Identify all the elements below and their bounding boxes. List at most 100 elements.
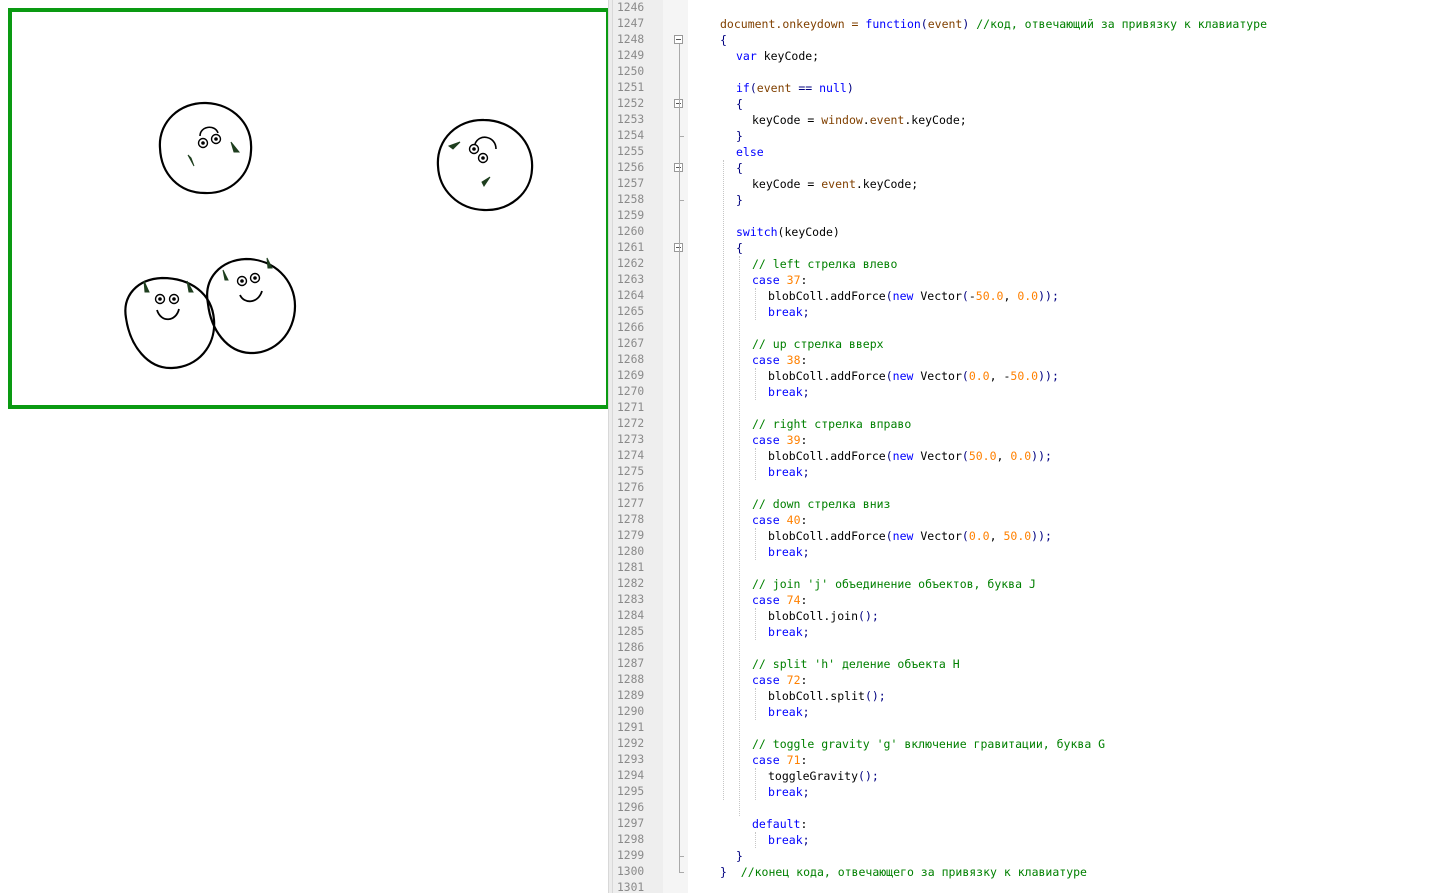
- code-token: ,: [1003, 289, 1018, 303]
- code-token: case: [752, 433, 780, 447]
- code-token: default: [752, 817, 801, 831]
- code-token: // split 'h' деление объекта H: [752, 657, 960, 671]
- code-line: case 40:: [752, 512, 807, 528]
- code-token: // toggle gravity 'g' включение гравитац…: [752, 737, 1106, 751]
- line-number: 1252: [617, 97, 645, 110]
- code-token: switch: [736, 225, 778, 239]
- indent-guide: [755, 768, 756, 800]
- line-number: 1296: [617, 801, 645, 814]
- code-token: ));: [1038, 289, 1059, 303]
- fold-end-tick: [679, 200, 684, 201]
- code-token: ;: [802, 545, 810, 559]
- indent-guide: [755, 448, 756, 480]
- code-token: event: [756, 81, 792, 95]
- line-number: 1281: [617, 561, 645, 574]
- line-number: 1292: [617, 737, 645, 750]
- line-number: 1255: [617, 145, 645, 158]
- code-token: ();: [858, 769, 879, 783]
- code-token: case: [752, 273, 780, 287]
- code-token: window: [821, 113, 863, 127]
- blob-1[interactable]: [158, 101, 253, 195]
- code-token: break: [768, 705, 803, 719]
- line-number: 1269: [617, 369, 645, 382]
- code-token: ));: [1031, 449, 1052, 463]
- code-line: }: [736, 128, 743, 144]
- code-line: default:: [752, 816, 807, 832]
- code-line: blobColl.addForce(new Vector(0.0, -50.0)…: [768, 368, 1059, 384]
- line-number: 1272: [617, 417, 645, 430]
- code-line: break;: [768, 624, 810, 640]
- code-token: ): [846, 81, 854, 95]
- code-token: // right стрелка вправо: [752, 417, 912, 431]
- line-number: 1260: [617, 225, 645, 238]
- code-token: (: [961, 289, 969, 303]
- code-line: break;: [768, 832, 810, 848]
- code-token: (: [920, 17, 928, 31]
- code-line: case 72:: [752, 672, 807, 688]
- code-token: var: [736, 49, 757, 63]
- line-number: 1265: [617, 305, 645, 318]
- line-number: 1254: [617, 129, 645, 142]
- code-token: document: [720, 17, 776, 31]
- line-number: 1294: [617, 769, 645, 782]
- code-editor[interactable]: 1246 1247 document.onkeydown = function(ev…: [613, 0, 1431, 893]
- code-line: switch(keyCode): [736, 224, 840, 240]
- line-number: 1267: [617, 337, 645, 350]
- code-line: blobColl.addForce(new Vector(0.0, 50.0))…: [768, 528, 1052, 544]
- code-line: {: [736, 240, 743, 256]
- code-token: keyCode =: [752, 177, 822, 191]
- fold-toggle-icon[interactable]: [674, 35, 683, 44]
- line-number: 1257: [617, 177, 645, 190]
- line-number: 1298: [617, 833, 645, 846]
- line-number: 1283: [617, 593, 645, 606]
- code-token: .onkeydown =: [775, 17, 866, 31]
- code-token: //конец кода, отвечающего за привязку к …: [726, 865, 1087, 879]
- code-token: (: [961, 529, 969, 543]
- blob-game-canvas[interactable]: [8, 8, 610, 409]
- code-token: blobColl.addForce: [768, 529, 886, 543]
- line-number: 1246: [617, 1, 645, 14]
- code-token: 50.0: [1003, 529, 1032, 543]
- code-token: Vector: [913, 369, 962, 383]
- code-line: case 74:: [752, 592, 807, 608]
- fold-end-tick: [679, 136, 684, 137]
- blob-4[interactable]: [124, 276, 216, 370]
- code-token: case: [752, 673, 780, 687]
- code-token: case: [752, 353, 780, 367]
- code-token: blobColl.addForce: [768, 289, 886, 303]
- line-number: 1256: [617, 161, 645, 174]
- code-line: toggleGravity();: [768, 768, 879, 784]
- indent-guide: [755, 832, 756, 848]
- code-token: ;: [802, 833, 810, 847]
- code-token: keyCode =: [752, 113, 822, 127]
- blob-3[interactable]: [206, 257, 297, 355]
- line-number: 1301: [617, 881, 645, 893]
- line-number: 1284: [617, 609, 645, 622]
- line-number: 1266: [617, 321, 645, 334]
- code-token: 40: [786, 513, 801, 527]
- blob-scene: [124, 101, 534, 370]
- line-number: 1287: [617, 657, 645, 670]
- code-line: // left стрелка влево: [752, 256, 897, 272]
- line-number: 1259: [617, 209, 645, 222]
- code-token: 38: [786, 353, 801, 367]
- code-token: Vector: [913, 449, 962, 463]
- line-number: 1273: [617, 433, 645, 446]
- code-token: new: [892, 529, 914, 543]
- code-token: .keyCode;: [855, 177, 919, 191]
- code-token: 0.0: [968, 369, 990, 383]
- code-token: ): [962, 17, 977, 31]
- code-token: ,: [996, 449, 1011, 463]
- code-line: }: [736, 192, 743, 208]
- code-line: break;: [768, 544, 810, 560]
- code-token: event: [927, 17, 963, 31]
- code-token: // down стрелка вниз: [752, 497, 891, 511]
- code-token: 50.0: [968, 449, 997, 463]
- code-token: keyCode;: [756, 49, 820, 63]
- blob-2[interactable]: [436, 118, 534, 212]
- code-token: ;: [802, 625, 810, 639]
- code-line: blobColl.addForce(new Vector(-50.0, 0.0)…: [768, 288, 1059, 304]
